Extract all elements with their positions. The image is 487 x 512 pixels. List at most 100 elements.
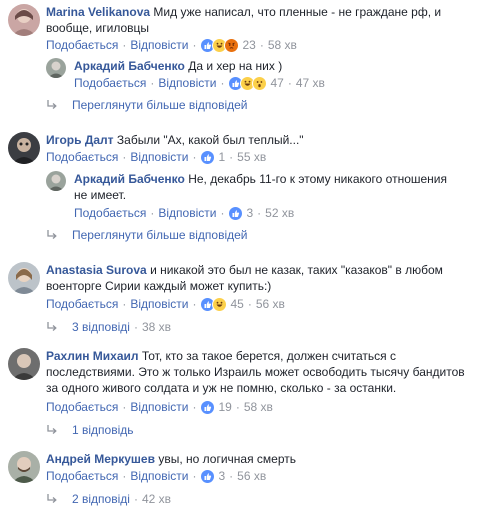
comment-text: Мид уже написал, что пленные - не гражда…	[153, 5, 442, 19]
reply-link[interactable]: Відповісти	[130, 37, 188, 53]
comment-actions: Подобається · Відповісти · 23 · 58 хв	[46, 37, 297, 53]
separator: ·	[220, 206, 225, 220]
reactions[interactable]	[200, 296, 228, 312]
comment-author[interactable]: Anastasia Surova	[46, 263, 147, 277]
reactions[interactable]	[228, 75, 268, 91]
comment-author[interactable]: Андрей Меркушев	[46, 452, 155, 466]
comment-body: Аркадий Бабченко Не, декабрь 11-го к это…	[74, 171, 474, 203]
separator: ·	[192, 400, 197, 414]
timestamp[interactable]: 38 хв	[142, 319, 171, 335]
reaction-count[interactable]: 47	[270, 75, 283, 91]
like-link[interactable]: Подобається	[74, 205, 146, 221]
reactions[interactable]	[200, 468, 216, 484]
comment-text: увы, но логичная смерть	[158, 452, 296, 466]
timestamp[interactable]: 42 хв	[142, 491, 171, 507]
comment-text: Не, декабрь 11-го к этому никакого отнош…	[188, 172, 448, 186]
comment-text: военторге Сирии каждый может купить:)	[46, 279, 272, 293]
like-link[interactable]: Подобається	[46, 149, 118, 165]
timestamp[interactable]: 56 хв	[256, 296, 285, 312]
comment-actions: Подобається · Відповісти · 45 · 56 хв	[46, 296, 285, 312]
replies-count[interactable]: 2 відповіді	[72, 491, 130, 507]
reactions[interactable]	[200, 37, 240, 53]
timestamp[interactable]: 56 хв	[237, 468, 266, 484]
like-link[interactable]: Подобається	[74, 75, 146, 91]
reply-link[interactable]: Відповісти	[130, 399, 188, 415]
view-more-replies[interactable]: Переглянути більше відповідей	[46, 227, 247, 243]
reply-link[interactable]: Відповісти	[130, 468, 188, 484]
separator: ·	[235, 400, 240, 414]
view-more-label[interactable]: Переглянути більше відповідей	[72, 97, 247, 113]
like-link[interactable]: Подобається	[46, 468, 118, 484]
separator: ·	[192, 469, 197, 483]
timestamp[interactable]: 47 хв	[296, 75, 325, 91]
replies-count[interactable]: 1 відповідь	[72, 422, 134, 438]
avatar[interactable]	[8, 348, 40, 380]
separator: ·	[133, 492, 138, 506]
comment-body: Аркадий Бабченко Да и хер на них )	[74, 58, 282, 74]
angry-icon	[224, 37, 240, 53]
replies-link[interactable]: 2 відповіді · 42 хв	[46, 491, 171, 507]
comment-text: вообще, игиловцы	[46, 21, 150, 35]
separator: ·	[122, 297, 127, 311]
reaction-count[interactable]: 23	[242, 37, 255, 53]
like-icon	[228, 205, 244, 221]
reaction-count[interactable]: 3	[246, 205, 253, 221]
comment-author[interactable]: Marina Velikanova	[46, 5, 150, 19]
reply-link[interactable]: Відповісти	[130, 296, 188, 312]
reply-arrow-icon	[46, 99, 58, 111]
reactions[interactable]	[200, 399, 216, 415]
separator: ·	[122, 469, 127, 483]
comment-author[interactable]: Аркадий Бабченко	[74, 59, 185, 73]
comment-body: Андрей Меркушев увы, но логичная смерть	[46, 451, 296, 467]
reply-arrow-icon	[46, 321, 58, 333]
avatar[interactable]	[46, 171, 66, 191]
reply-arrow-icon	[46, 229, 58, 241]
reaction-count[interactable]: 45	[230, 296, 243, 312]
view-more-label[interactable]: Переглянути більше відповідей	[72, 227, 247, 243]
avatar[interactable]	[46, 58, 66, 78]
separator: ·	[192, 150, 197, 164]
comment-text: Забыли "Ах, какой был теплый..."	[116, 133, 304, 147]
reply-arrow-icon	[46, 493, 58, 505]
like-link[interactable]: Подобається	[46, 37, 118, 53]
reply-link[interactable]: Відповісти	[158, 205, 216, 221]
separator: ·	[150, 76, 155, 90]
replies-link[interactable]: 1 відповідь	[46, 422, 134, 438]
replies-count[interactable]: 3 відповіді	[72, 319, 130, 335]
timestamp[interactable]: 58 хв	[268, 37, 297, 53]
avatar[interactable]	[8, 451, 40, 483]
timestamp[interactable]: 58 хв	[244, 399, 273, 415]
timestamp[interactable]: 55 хв	[237, 149, 266, 165]
comment-author[interactable]: Игорь Далт	[46, 133, 114, 147]
avatar[interactable]	[8, 4, 40, 36]
comment-actions: Подобається · Відповісти · 3 · 52 хв	[74, 205, 294, 221]
reaction-count[interactable]: 19	[218, 399, 231, 415]
reaction-count[interactable]: 1	[218, 149, 225, 165]
comment-text: за одного живого солдата и уж не помню, …	[46, 381, 397, 395]
reply-link[interactable]: Відповісти	[158, 75, 216, 91]
comment-author[interactable]: Рахлин Михаил	[46, 349, 139, 363]
comment-text: Да и хер на них )	[188, 59, 283, 73]
reply-link[interactable]: Відповісти	[130, 149, 188, 165]
separator: ·	[122, 400, 127, 414]
timestamp[interactable]: 52 хв	[265, 205, 294, 221]
reactions[interactable]	[228, 205, 244, 221]
comment-body: Игорь Далт Забыли "Ах, какой был теплый.…	[46, 132, 304, 148]
reactions[interactable]	[200, 149, 216, 165]
separator: ·	[257, 206, 262, 220]
wow-icon	[252, 75, 268, 91]
comment-author[interactable]: Аркадий Бабченко	[74, 172, 185, 186]
like-link[interactable]: Подобається	[46, 296, 118, 312]
comment-actions: Подобається · Відповісти · 3 · 56 хв	[46, 468, 266, 484]
like-link[interactable]: Подобається	[46, 399, 118, 415]
separator: ·	[259, 38, 264, 52]
replies-link[interactable]: 3 відповіді · 38 хв	[46, 319, 171, 335]
view-more-replies[interactable]: Переглянути більше відповідей	[46, 97, 247, 113]
reaction-count[interactable]: 3	[218, 468, 225, 484]
avatar[interactable]	[8, 132, 40, 164]
avatar[interactable]	[8, 262, 40, 294]
separator: ·	[287, 76, 292, 90]
comment-body: Anastasia Surova и никакой это был не ка…	[46, 262, 476, 294]
separator: ·	[220, 76, 225, 90]
separator: ·	[247, 297, 252, 311]
